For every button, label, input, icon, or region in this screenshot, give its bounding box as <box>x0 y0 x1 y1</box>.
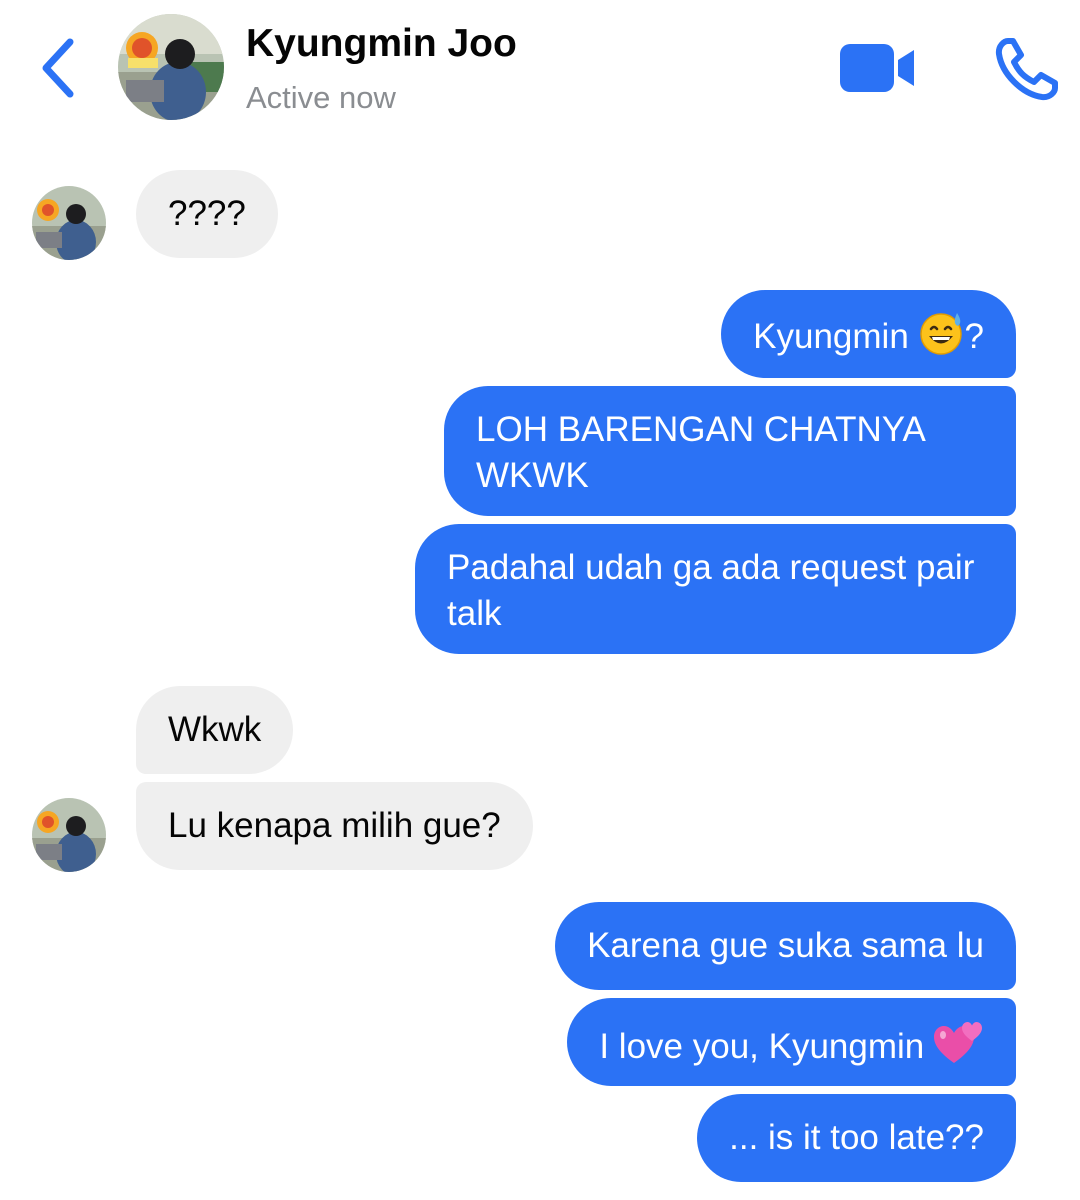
message-bubble[interactable]: Lu kenapa milih gue? <box>136 782 533 870</box>
contact-status: Active now <box>246 80 396 115</box>
message-text: Karena gue suka sama lu <box>587 926 984 965</box>
message-text: Kyungmin <box>753 317 909 356</box>
video-call-button[interactable] <box>838 42 916 94</box>
message-bubble[interactable]: Karena gue suka sama lu <box>555 902 1016 990</box>
message-bubble[interactable]: Kyungmin ? <box>721 290 1016 378</box>
message-text: LOH BARENGAN CHATNYA WKWK <box>476 410 924 495</box>
audio-call-button[interactable] <box>994 36 1060 102</box>
contact-avatar[interactable] <box>118 14 224 120</box>
chevron-left-icon <box>42 38 74 98</box>
message-bubble[interactable]: Wkwk <box>136 686 294 774</box>
message-text: I love you, Kyungmin <box>599 1027 925 1066</box>
message-text: ???? <box>168 194 246 233</box>
sender-avatar[interactable] <box>32 186 106 260</box>
back-button[interactable] <box>36 36 86 100</box>
message-text: Lu kenapa milih gue? <box>168 806 501 845</box>
sweat-smile-emoji-icon <box>919 311 965 367</box>
phone-icon <box>995 38 1058 101</box>
sender-avatar[interactable] <box>32 798 106 872</box>
message-bubble[interactable]: ... is it too late?? <box>697 1094 1016 1182</box>
message-bubble[interactable]: ???? <box>136 170 278 258</box>
video-camera-icon <box>840 44 914 92</box>
message-bubble[interactable]: LOH BARENGAN CHATNYA WKWK <box>444 386 1016 516</box>
message-bubble[interactable]: I love you, Kyungmin <box>567 998 1016 1086</box>
message-text: Padahal udah ga ada request pair talk <box>447 548 975 633</box>
message-bubble[interactable]: Padahal udah ga ada request pair talk <box>415 524 1016 654</box>
two-hearts-emoji-icon <box>934 1019 984 1077</box>
message-trailing-text: ? <box>964 317 984 356</box>
message-text: ... is it too late?? <box>729 1118 984 1157</box>
contact-name[interactable]: Kyungmin Joo <box>246 22 517 66</box>
message-text: Wkwk <box>168 710 262 749</box>
